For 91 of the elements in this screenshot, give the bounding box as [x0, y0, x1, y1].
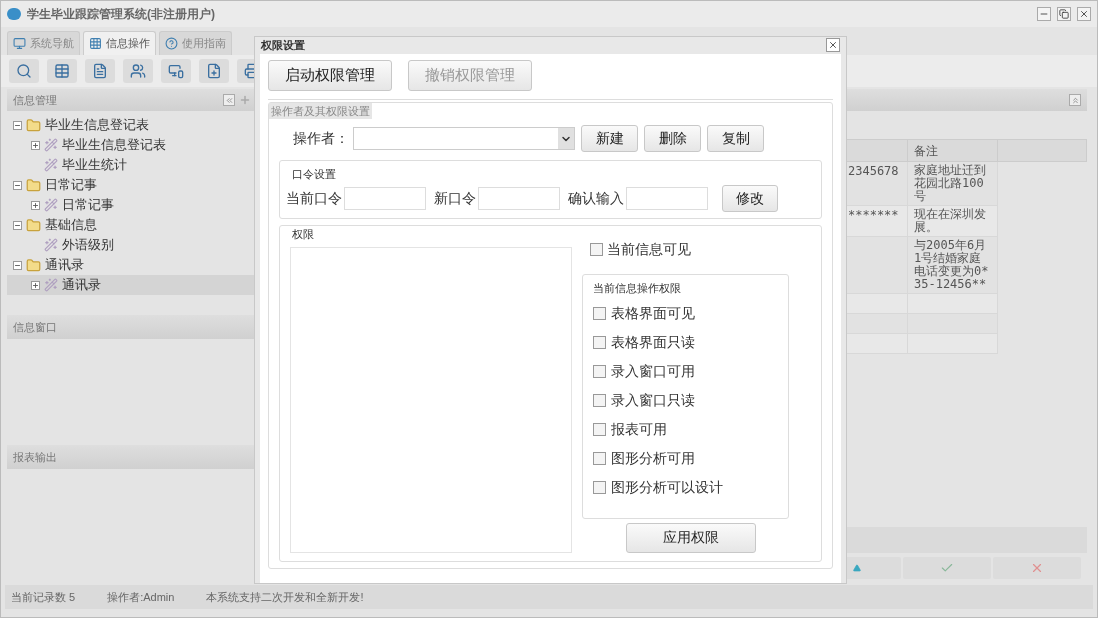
folder-icon	[26, 177, 41, 193]
collapse-icon[interactable]	[13, 180, 22, 190]
expand-icon[interactable]	[31, 200, 40, 210]
password-field[interactable]	[344, 187, 426, 210]
users-icon[interactable]	[123, 59, 153, 83]
wand-icon	[44, 138, 58, 152]
checkbox[interactable]	[593, 451, 606, 465]
collapse-icon[interactable]	[13, 220, 22, 230]
collapse-icon[interactable]	[13, 120, 22, 130]
button[interactable]: 修改	[722, 185, 778, 212]
wand-icon	[44, 198, 58, 212]
button[interactable]: 新建	[581, 125, 638, 152]
field-label: 确认输入	[568, 189, 624, 208]
field-label: 新口令	[434, 189, 476, 208]
table-cell: 与2005年6月1号结婚家庭电话变更为0*35-12456**	[907, 236, 998, 294]
grid-icon	[89, 37, 102, 50]
checkbox-label: 报表可用	[611, 419, 667, 439]
tree-item[interactable]: 通讯录	[7, 255, 257, 275]
status-text: 当前记录数 5	[11, 589, 76, 605]
close-icon[interactable]	[826, 38, 840, 53]
group-title: 操作者及其权限设置	[269, 102, 372, 119]
folder-icon	[26, 117, 41, 133]
dialog-title: 权限设置	[261, 38, 305, 53]
column-header: 备注	[907, 139, 998, 162]
status-text: 本系统支持二次开发和全新开发!	[206, 589, 364, 605]
checkbox[interactable]	[593, 422, 606, 436]
monitor-icon[interactable]	[161, 59, 191, 83]
checkbox-label: 录入窗口可用	[611, 361, 695, 381]
tree-item[interactable]: 日常记事	[7, 195, 257, 215]
checkbox-label: 表格界面只读	[611, 332, 695, 352]
document-icon[interactable]	[85, 59, 115, 83]
search-icon[interactable]	[9, 59, 39, 83]
password-field[interactable]	[626, 187, 708, 210]
app-logo-icon	[7, 8, 21, 20]
help-icon	[165, 37, 178, 50]
collapse-left-icon[interactable]	[223, 94, 235, 106]
minimize-icon[interactable]	[1037, 7, 1051, 21]
password-field[interactable]	[478, 187, 560, 210]
tree-item[interactable]: 通讯录	[7, 275, 257, 295]
group-title: 权限	[292, 227, 315, 242]
panel-title: 报表输出	[13, 449, 57, 465]
field-label: 当前口令	[286, 189, 342, 208]
checkbox[interactable]	[593, 364, 606, 378]
expand-icon[interactable]	[31, 140, 40, 150]
checkbox[interactable]	[593, 480, 606, 494]
monitor-icon	[13, 37, 26, 50]
field-label: 操作者：	[293, 129, 349, 148]
checkbox[interactable]	[593, 335, 606, 349]
collapse-up-icon[interactable]	[1069, 94, 1081, 106]
window-title: 学生毕业跟踪管理系统(非注册用户)	[27, 6, 215, 23]
table-cell: 家庭地址迁到花园北路100号	[907, 161, 998, 206]
tree-item[interactable]: 毕业生信息登记表	[7, 115, 257, 135]
tree-item[interactable]: 毕业生统计	[7, 155, 257, 175]
checkbox[interactable]	[593, 306, 606, 320]
tree-item[interactable]: 外语级别	[7, 235, 257, 255]
folder-icon	[26, 257, 41, 273]
wand-icon	[44, 278, 58, 292]
checkbox-label: 录入窗口只读	[611, 390, 695, 410]
close-icon[interactable]	[1077, 7, 1091, 21]
tree-item[interactable]: 日常记事	[7, 175, 257, 195]
wand-icon	[44, 158, 58, 172]
restore-icon[interactable]	[1057, 7, 1071, 21]
status-text: 操作者:Admin	[107, 589, 175, 605]
folder-icon	[26, 217, 41, 233]
group-title: 口令设置	[292, 168, 336, 180]
dropdown-icon	[558, 128, 574, 149]
add-file-icon[interactable]	[199, 59, 229, 83]
panel-title: 信息管理	[13, 92, 57, 108]
button[interactable]: 启动权限管理	[268, 59, 392, 91]
expand-icon[interactable]	[31, 280, 40, 290]
table-cell: 现在在深圳发展。	[907, 205, 998, 237]
panel-title: 信息窗口	[13, 319, 57, 335]
collapse-icon[interactable]	[13, 260, 22, 270]
tree-item[interactable]: 毕业生信息登记表	[7, 135, 257, 155]
button[interactable]: 复制	[707, 125, 764, 152]
wand-icon	[44, 238, 58, 252]
operator-dropdown[interactable]	[353, 127, 575, 150]
checkbox[interactable]	[593, 393, 606, 407]
check-icon[interactable]	[903, 557, 991, 579]
checkbox-label: 图形分析可以设计	[611, 477, 723, 497]
checkbox-label: 表格界面可见	[611, 303, 695, 323]
add-icon[interactable]	[239, 94, 251, 106]
tab[interactable]: 信息操作	[83, 31, 156, 55]
checkbox-label: 图形分析可用	[611, 448, 695, 468]
checkbox-label: 当前信息可见	[607, 239, 691, 259]
button[interactable]: 删除	[644, 125, 701, 152]
tree-item[interactable]: 基础信息	[7, 215, 257, 235]
group-title: 当前信息操作权限	[593, 281, 681, 294]
checkbox[interactable]	[590, 242, 603, 256]
button[interactable]: 应用权限	[626, 522, 756, 553]
list-icon[interactable]	[47, 59, 77, 83]
